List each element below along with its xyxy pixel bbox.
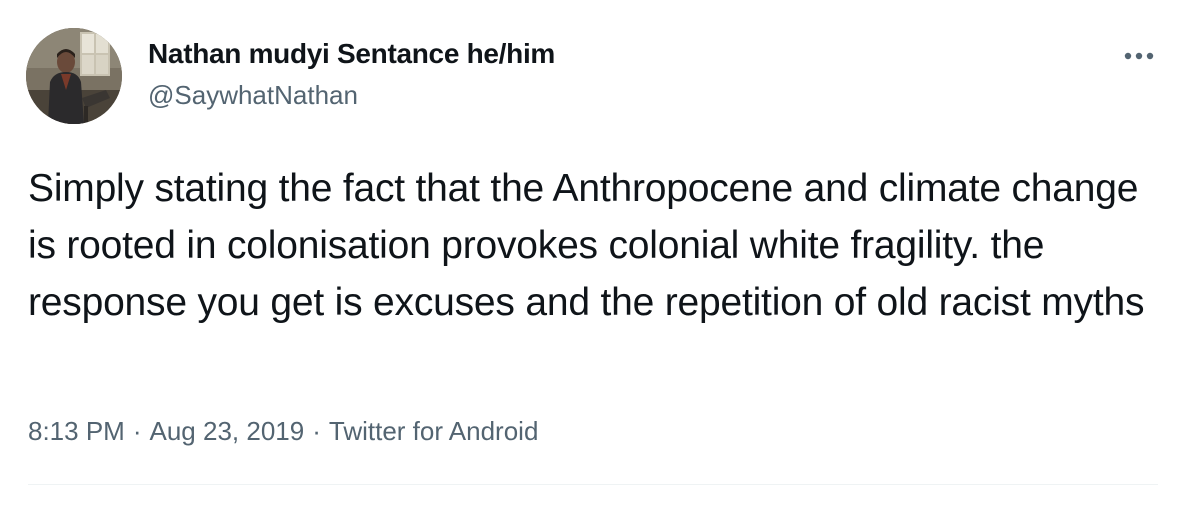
tweet-source[interactable]: Twitter for Android — [329, 416, 539, 446]
meta-separator: · — [132, 416, 142, 446]
more-options-button[interactable] — [1116, 38, 1162, 74]
tweet-text: Simply stating the fact that the Anthrop… — [28, 167, 1145, 324]
tweet-date[interactable]: Aug 23, 2019 — [150, 416, 305, 446]
tweet-metadata: 8:13 PM · Aug 23, 2019 · Twitter for Android — [28, 416, 538, 447]
divider — [28, 484, 1158, 485]
more-horizontal-icon — [1124, 52, 1154, 60]
avatar[interactable] — [26, 28, 122, 124]
person-photo-avatar-icon — [26, 28, 122, 124]
meta-separator: · — [312, 416, 321, 446]
author-handle[interactable]: @SaywhatNathan — [148, 80, 358, 111]
author-display-name[interactable]: Nathan mudyi Sentance he/him — [148, 38, 555, 70]
tweet-time[interactable]: 8:13 PM — [28, 416, 125, 446]
